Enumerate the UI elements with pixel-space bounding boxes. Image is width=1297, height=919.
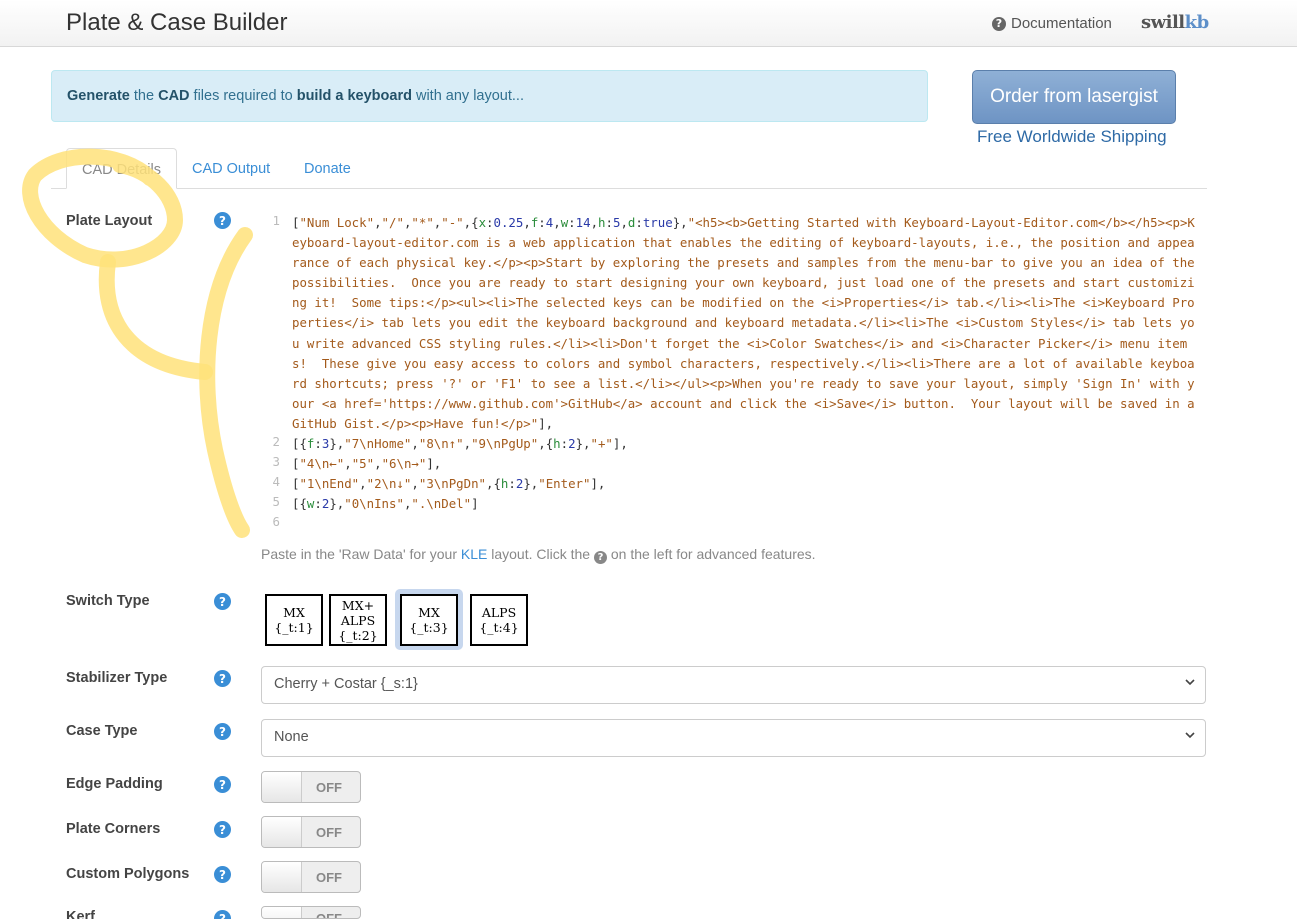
kle-link[interactable]: KLE	[461, 546, 487, 562]
shipping-link[interactable]: Free Worldwide Shipping	[977, 127, 1167, 147]
stabilizer-type-label: Stabilizer Type	[66, 670, 168, 686]
code-line[interactable]: 1 ["Num Lock","/","*","-",{x:0.25,f:4,w:1…	[262, 213, 1206, 434]
toggle-knob	[262, 862, 302, 892]
order-button[interactable]: Order from lasergist	[972, 70, 1176, 124]
plate-corners-label: Plate Corners	[66, 821, 161, 837]
question-circle-icon: ?	[992, 16, 1006, 31]
line-number: 6	[272, 514, 280, 530]
documentation-label: Documentation	[1011, 15, 1112, 32]
app-title[interactable]: Plate & Case Builder	[66, 9, 287, 37]
question-circle-icon[interactable]: ?	[214, 821, 231, 838]
chevron-down-icon	[1185, 732, 1195, 739]
switch-type-label: Switch Type	[66, 593, 150, 609]
question-circle-icon[interactable]: ?	[214, 593, 231, 610]
question-circle-icon: ?	[593, 551, 607, 564]
swillkb-logo[interactable]: swillkb	[1141, 12, 1209, 33]
switch-option-alps[interactable]: ALPS {_t:4}	[470, 594, 528, 646]
case-type-select[interactable]: None	[261, 719, 1206, 757]
edge-padding-toggle[interactable]: OFF	[261, 771, 361, 803]
line-number: 5	[272, 494, 280, 510]
line-number: 2	[272, 434, 280, 450]
chevron-down-icon	[1185, 679, 1195, 686]
plate-layout-hint: Paste in the 'Raw Data' for your KLE lay…	[261, 546, 816, 564]
question-circle-icon[interactable]: ?	[214, 910, 231, 919]
tab-cad-output[interactable]: CAD Output	[177, 148, 285, 189]
kerf-toggle[interactable]: OFF	[261, 906, 361, 919]
switch-option-mx-openable[interactable]: MX {_t:3}	[400, 594, 458, 646]
code-text: [{w:2},"0\nIns",".\nDel"]	[292, 496, 479, 512]
code-line[interactable]: 5 [{w:2},"0\nIns",".\nDel"]	[262, 494, 1206, 514]
toggle-knob	[262, 817, 302, 847]
code-text: [{f:3},"7\nHome","8\n↑","9\nPgUp",{h:2},…	[292, 436, 628, 452]
question-circle-icon[interactable]: ?	[214, 723, 231, 740]
custom-polygons-toggle[interactable]: OFF	[261, 861, 361, 893]
stabilizer-type-select[interactable]: Cherry + Costar {_s:1}	[261, 666, 1206, 704]
plate-layout-editor[interactable]: 1 ["Num Lock","/","*","-",{x:0.25,f:4,w:1…	[262, 213, 1206, 538]
custom-polygons-label: Custom Polygons	[66, 866, 190, 882]
toggle-knob	[262, 907, 302, 918]
line-number: 1	[272, 213, 280, 228]
code-text: ["Num Lock","/","*","-",{x:0.25,f:4,w:14…	[292, 215, 1203, 431]
question-circle-icon[interactable]: ?	[214, 866, 231, 883]
code-text: ["4\n←","5","6\n→"],	[292, 456, 442, 472]
line-number: 4	[272, 474, 280, 490]
tab-bar: CAD Details CAD Output Donate	[51, 148, 1207, 189]
documentation-link[interactable]: ? Documentation	[992, 15, 1112, 32]
question-circle-icon[interactable]: ?	[214, 776, 231, 793]
plate-corners-toggle[interactable]: OFF	[261, 816, 361, 848]
toggle-knob	[262, 772, 302, 802]
tab-donate[interactable]: Donate	[289, 148, 366, 189]
kerf-label: Kerf	[66, 909, 96, 919]
code-text: ["1\nEnd","2\n↓","3\nPgDn",{h:2},"Enter"…	[292, 476, 606, 492]
case-type-label: Case Type	[66, 723, 138, 739]
code-line[interactable]: 6	[262, 514, 1206, 534]
question-circle-icon[interactable]: ?	[214, 670, 231, 687]
code-line[interactable]: 4 ["1\nEnd","2\n↓","3\nPgDn",{h:2},"Enter…	[262, 474, 1206, 494]
info-banner: Generate the CAD files required to build…	[51, 70, 928, 122]
code-line[interactable]: 3 ["4\n←","5","6\n→"],	[262, 454, 1206, 474]
tab-cad-details[interactable]: CAD Details	[66, 148, 177, 189]
line-number: 3	[272, 454, 280, 470]
code-line[interactable]: 2 [{f:3},"7\nHome","8\n↑","9\nPgUp",{h:2}…	[262, 434, 1206, 454]
switch-option-mx[interactable]: MX {_t:1}	[265, 594, 323, 646]
question-circle-icon[interactable]: ?	[214, 212, 231, 229]
plate-layout-label: Plate Layout	[66, 213, 153, 229]
switch-option-mx-alps[interactable]: MX+ ALPS {_t:2}	[329, 594, 387, 646]
navbar: Plate & Case Builder ? Documentation swi…	[0, 0, 1297, 47]
edge-padding-label: Edge Padding	[66, 776, 163, 792]
